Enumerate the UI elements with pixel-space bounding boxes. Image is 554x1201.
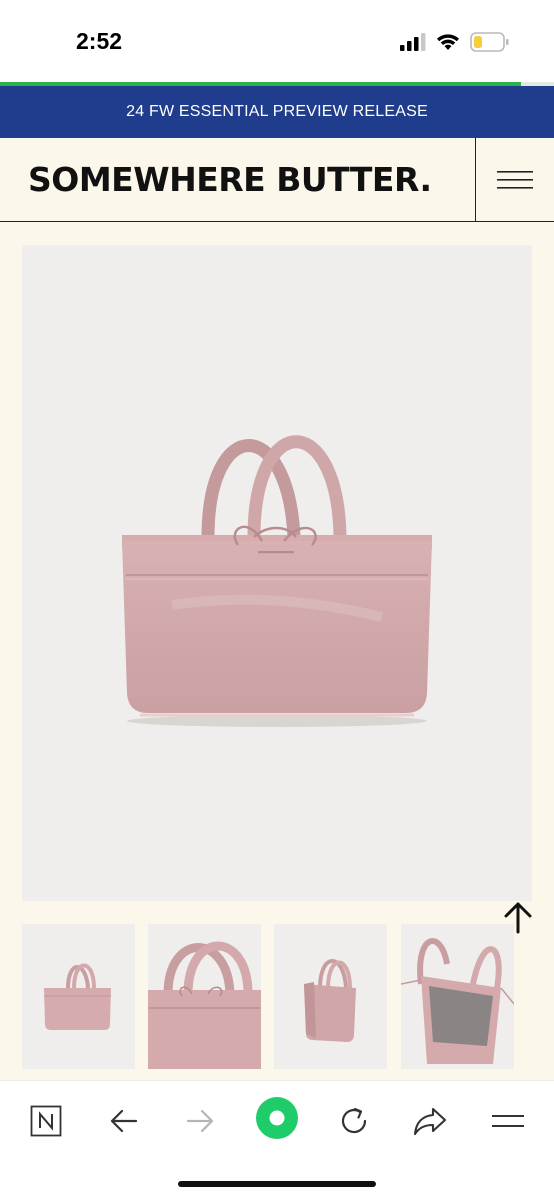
green-record-icon (256, 1097, 298, 1139)
naver-n-icon (30, 1105, 62, 1137)
browser-menu-button[interactable] (486, 1099, 530, 1143)
product-main-image[interactable] (22, 245, 532, 901)
naver-home-button[interactable] (24, 1099, 68, 1143)
thumbnail-side[interactable] (274, 924, 387, 1069)
thumbnail-front-image (44, 963, 111, 1030)
status-icons (400, 31, 510, 53)
forward-button[interactable] (178, 1099, 222, 1143)
pink-tote-bag-image (122, 435, 432, 727)
thumbnail-closeup[interactable] (148, 924, 261, 1069)
back-button[interactable] (102, 1099, 146, 1143)
hamburger-menu-icon (497, 170, 533, 189)
battery-low-icon (470, 32, 509, 52)
home-indicator (178, 1181, 376, 1187)
status-bar: 2:52 (0, 0, 554, 82)
thumbnail-interior[interactable] (401, 924, 514, 1069)
thumbnail-front[interactable] (22, 924, 135, 1069)
cellular-signal-icon (400, 33, 426, 51)
reload-icon (341, 1107, 367, 1134)
site-header: SOMEWHERE BUTTER. (0, 138, 554, 222)
thumbnail-closeup-image (148, 941, 261, 1069)
thumbnail-side-image (304, 959, 356, 1042)
wifi-icon (437, 34, 459, 50)
thumbnail-interior-image (401, 938, 514, 1064)
menu-lines-icon (492, 1115, 524, 1127)
arrow-right-icon (186, 1109, 214, 1133)
arrow-left-icon (110, 1109, 138, 1133)
announcement-text: 24 FW ESSENTIAL PREVIEW RELEASE (126, 103, 428, 120)
thumbnail-strip (22, 924, 554, 1069)
menu-button[interactable] (475, 138, 554, 221)
share-icon (413, 1107, 447, 1136)
status-time: 2:52 (76, 28, 123, 54)
green-action-button[interactable] (254, 1095, 300, 1141)
announcement-banner[interactable]: 24 FW ESSENTIAL PREVIEW RELEASE (0, 86, 554, 138)
site-logo[interactable]: SOMEWHERE BUTTER. (28, 160, 432, 199)
share-button[interactable] (408, 1099, 452, 1143)
reload-button[interactable] (332, 1099, 376, 1143)
